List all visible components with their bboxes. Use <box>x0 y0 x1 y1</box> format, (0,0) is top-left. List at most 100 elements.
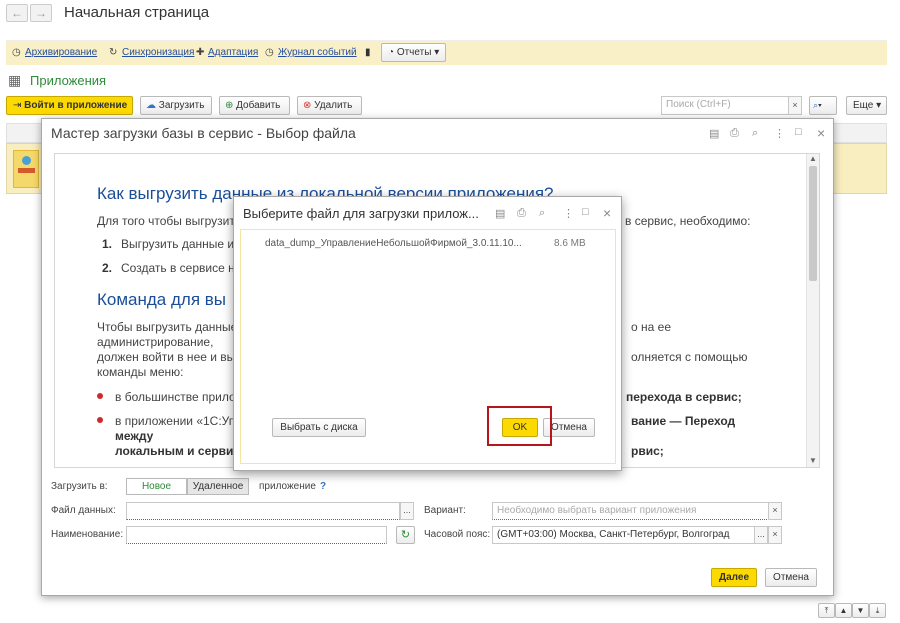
section-title: Приложения <box>30 73 107 88</box>
file-list-item[interactable]: data_dump_УправлениеНебольшойФирмой_3.0.… <box>265 238 595 252</box>
delete-icon: ⊗ <box>303 100 312 111</box>
variant-placeholder: Необходимо выбрать вариант приложения <box>497 505 697 516</box>
reports-button[interactable]: ◔ Отчеты ▾ <box>381 43 446 62</box>
choose-from-disk-button[interactable]: Выбрать с диска <box>272 418 366 437</box>
sync-icon: ↻ <box>109 47 118 58</box>
app-suffix-label: приложение <box>259 481 316 492</box>
save-icon[interactable]: ▤ <box>709 127 719 140</box>
file-size: 8.6 MB <box>554 238 586 249</box>
toggle-new[interactable]: Новое <box>126 478 187 495</box>
paragraph-command-1-right: о на ее <box>631 320 671 334</box>
data-file-browse-button[interactable]: ... <box>400 502 414 520</box>
sync-link[interactable]: Синхронизация <box>122 47 194 58</box>
page-title: Начальная страница <box>64 4 210 21</box>
timezone-browse-button[interactable]: ... <box>754 526 768 544</box>
scroll-top-button[interactable]: ⤒ <box>818 603 835 618</box>
scroll-down-icon[interactable]: ▼ <box>809 456 817 465</box>
bullet-2-left: в приложении «1С:Уп <box>115 414 236 428</box>
chevron-down-icon: ▾ <box>818 100 822 110</box>
paragraph-command-1: Чтобы выгрузить данные <box>97 320 238 334</box>
paragraph-command-3-right: олняется с помощью <box>631 350 748 364</box>
bullet-icon <box>97 393 103 399</box>
enter-app-button[interactable]: ⇥ Войти в приложение <box>6 96 133 115</box>
maximize-icon[interactable]: □ <box>795 126 802 138</box>
content-scrollbar[interactable]: ▲ ▼ <box>806 154 819 467</box>
preview-icon[interactable]: ⌕ <box>752 127 758 140</box>
preview-icon[interactable]: ⌕ <box>539 207 545 220</box>
forward-button[interactable]: → <box>30 4 52 22</box>
paragraph-command-3: должен войти в нее и вы <box>97 350 236 364</box>
history-icon: ◷ <box>265 47 274 58</box>
timezone-label: Часовой пояс: <box>424 529 491 540</box>
chart-icon: ▮ <box>365 47 371 58</box>
add-button[interactable]: ⊕ Добавить <box>219 96 290 115</box>
cancel-button[interactable]: Отмена <box>765 568 817 587</box>
delete-label: Удалить <box>314 100 353 111</box>
more-label: Еще <box>853 100 874 111</box>
bullet-1-right: перехода в сервис; <box>626 390 742 404</box>
heading-export-command: Команда для вы <box>97 290 227 309</box>
cloud-upload-icon: ☁ <box>146 100 156 111</box>
data-file-label: Файл данных: <box>51 505 116 516</box>
upload-to-label: Загрузить в: <box>51 481 108 492</box>
chevron-down-icon: ▾ <box>434 47 440 58</box>
paragraph-intro-right: в сервис, необходимо: <box>625 214 751 228</box>
menu-icon[interactable]: ⋮ <box>774 127 785 140</box>
help-icon[interactable]: ? <box>320 481 326 492</box>
step-1-text: Выгрузить данные и <box>121 237 235 251</box>
timezone-field[interactable]: (GMT+03:00) Москва, Санкт-Петербург, Вол… <box>492 526 755 544</box>
save-icon[interactable]: ▤ <box>495 207 505 220</box>
scroll-up-icon[interactable]: ▲ <box>809 154 817 163</box>
paragraph-intro-left: Для того чтобы выгрузит <box>97 214 235 228</box>
step-2-text: Создать в сервисе н <box>121 261 235 275</box>
reports-icon: ◔ <box>388 47 395 58</box>
event-log-link[interactable]: Журнал событий <box>278 47 357 58</box>
dialog-title: Выберите файл для загрузки прилож... <box>243 206 479 221</box>
add-icon: ⊕ <box>225 100 234 111</box>
wizard-title: Мастер загрузки базы в сервис - Выбор фа… <box>51 125 356 141</box>
menu-icon[interactable]: ⋮ <box>563 207 574 220</box>
search-button[interactable]: ⌕▾ <box>809 96 837 115</box>
reports-label: Отчеты <box>396 47 432 58</box>
close-icon[interactable]: × <box>603 205 611 221</box>
enter-app-label: Войти в приложение <box>24 100 128 111</box>
data-file-field[interactable] <box>126 502 400 520</box>
puzzle-icon: ✚ <box>196 47 205 58</box>
maximize-icon[interactable]: □ <box>582 206 589 218</box>
scroll-up-button[interactable]: ▲ <box>835 603 852 618</box>
variant-clear-button[interactable]: × <box>768 502 782 520</box>
next-button[interactable]: Далее <box>711 568 757 587</box>
clock-icon: ◷ <box>12 47 21 58</box>
scroll-down-button[interactable]: ▼ <box>852 603 869 618</box>
refresh-button[interactable]: ↻ <box>396 526 415 544</box>
print-icon[interactable]: ⎙ <box>730 127 739 140</box>
search-input[interactable]: Поиск (Ctrl+F) <box>661 96 789 115</box>
step-2-number: 2. <box>102 261 113 275</box>
close-icon[interactable]: × <box>817 125 825 141</box>
scrollbar-thumb[interactable] <box>809 166 817 281</box>
upload-label: Загрузить <box>158 100 205 111</box>
app-tile-icon <box>13 150 39 188</box>
enter-icon: ⇥ <box>13 100 22 111</box>
name-label: Наименование: <box>51 529 124 540</box>
print-icon[interactable]: ⎙ <box>517 207 526 220</box>
name-field[interactable] <box>126 526 387 544</box>
bullet-2-line2: между <box>115 429 154 443</box>
paragraph-command-4: команды меню: <box>97 365 184 379</box>
search-clear-button[interactable]: × <box>788 96 802 115</box>
toggle-remote[interactable]: Удаленное <box>187 478 249 495</box>
search-placeholder: Поиск (Ctrl+F) <box>666 99 731 110</box>
back-button[interactable]: ← <box>6 4 28 22</box>
archive-link[interactable]: Архивирование <box>25 47 97 58</box>
file-list-panel: data_dump_УправлениеНебольшойФирмой_3.0.… <box>240 229 616 464</box>
delete-button[interactable]: ⊗ Удалить <box>297 96 362 115</box>
bullet-2-line3: локальным и серви <box>115 444 234 458</box>
adaptation-link[interactable]: Адаптация <box>208 47 258 58</box>
add-label: Добавить <box>236 100 281 111</box>
more-button[interactable]: Еще ▾ <box>846 96 887 115</box>
timezone-clear-button[interactable]: × <box>768 526 782 544</box>
scroll-bottom-button[interactable]: ⤓ <box>869 603 886 618</box>
upload-button[interactable]: ☁ Загрузить <box>140 96 212 115</box>
variant-field[interactable]: Необходимо выбрать вариант приложения <box>492 502 769 520</box>
paragraph-command-2: администрирование, <box>97 335 214 349</box>
